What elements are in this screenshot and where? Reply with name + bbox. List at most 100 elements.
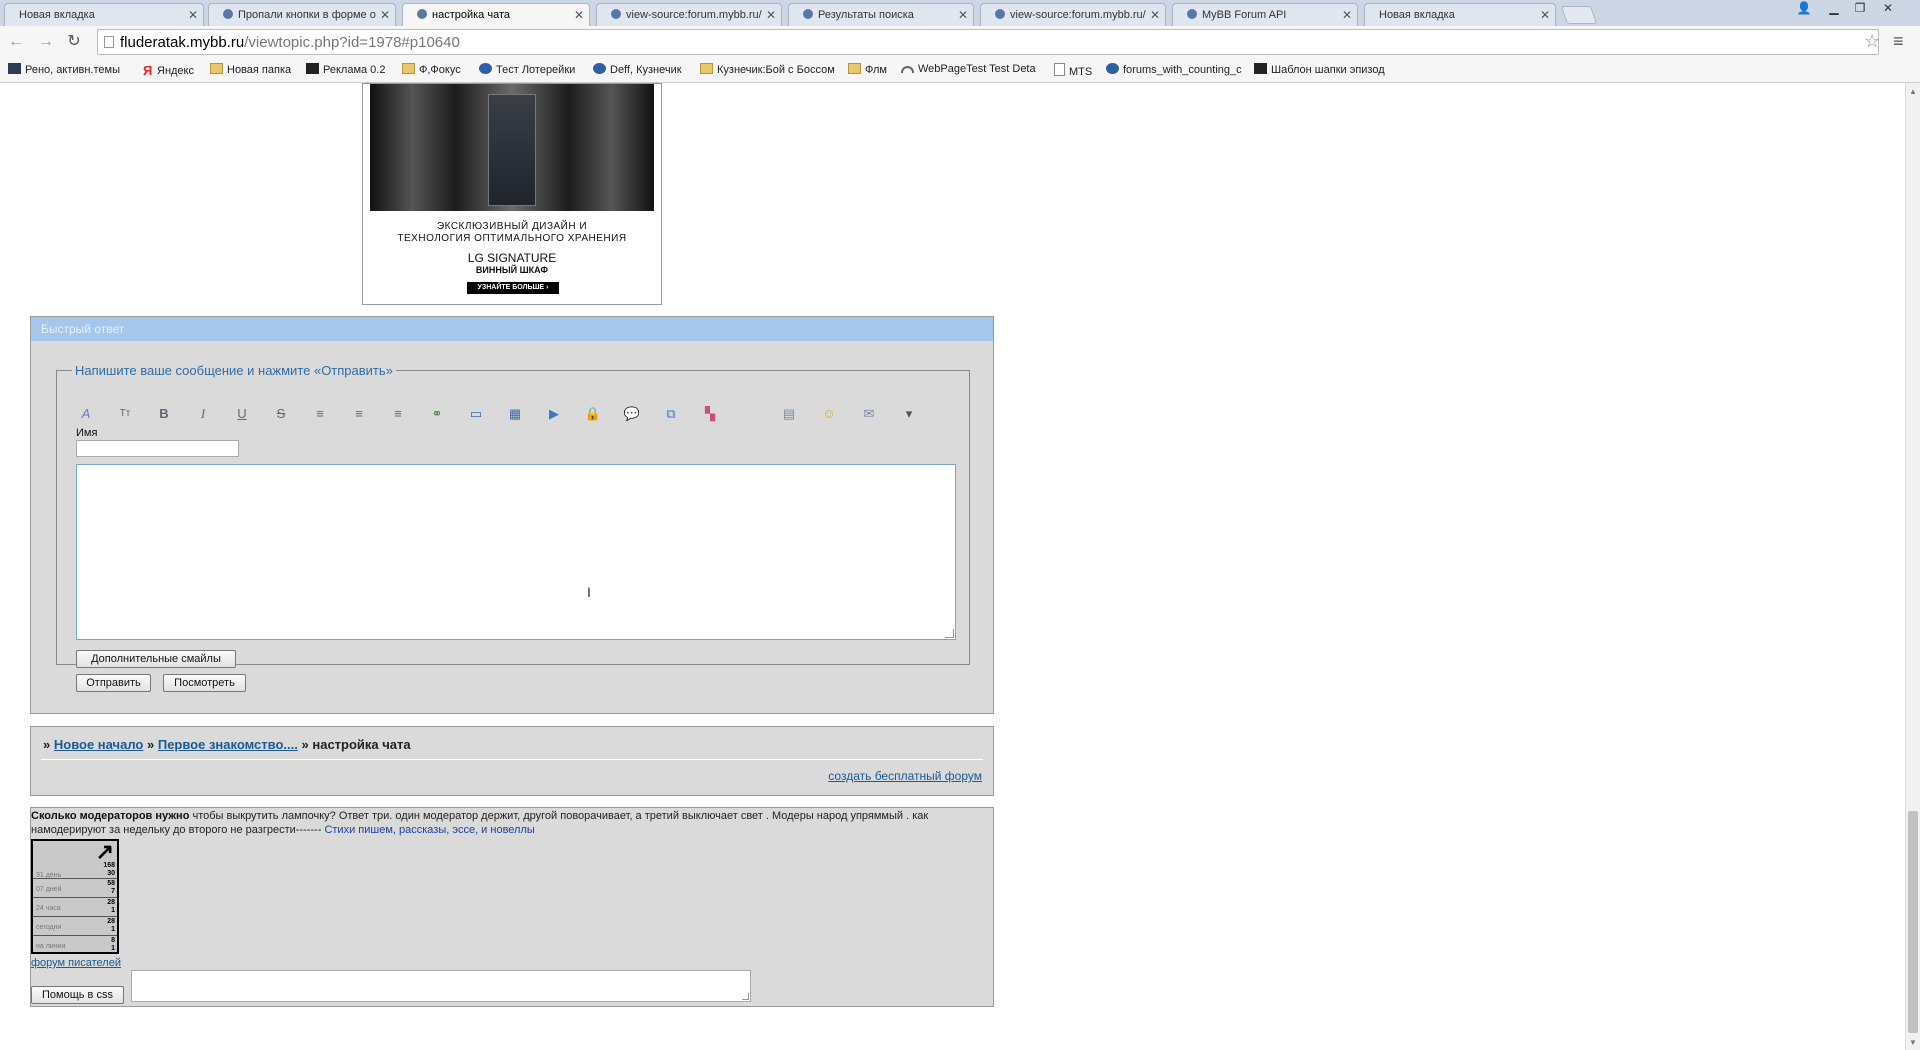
- advertisement-banner[interactable]: ЭКСКЛЮЗИВНЫЙ ДИЗАЙН И ТЕХНОЛОГИЯ ОПТИМАЛЬ…: [362, 83, 662, 305]
- forward-arrow-icon[interactable]: →: [36, 32, 56, 52]
- close-icon[interactable]: ✕: [188, 8, 198, 22]
- tab-view-source-2[interactable]: view-source:forum.mybb.ru/ ✕: [980, 3, 1166, 26]
- bookmark-item[interactable]: Рено, активн.темы: [8, 63, 120, 76]
- mybb-icon: [223, 9, 233, 19]
- bookmark-item[interactable]: Новая папка: [210, 63, 291, 76]
- resize-grip[interactable]: [742, 993, 749, 1000]
- underline-icon[interactable]: U: [233, 406, 251, 422]
- ad-learn-more-button[interactable]: УЗНАЙТЕ БОЛЬШЕ ›: [467, 282, 559, 294]
- css-help-button[interactable]: Помощь в css: [31, 986, 124, 1004]
- lock-icon[interactable]: 🔒: [584, 406, 602, 422]
- minimize-icon[interactable]: ▁: [1822, 0, 1846, 18]
- bookmark-star-icon[interactable]: ☆: [1864, 31, 1880, 52]
- ad-slogan: ЭКСКЛЮЗИВНЫЙ ДИЗАЙН И ТЕХНОЛОГИЯ ОПТИМАЛЬ…: [397, 221, 627, 244]
- tab-mybb-api[interactable]: MyBB Forum API ✕: [1172, 3, 1358, 26]
- bookmark-item[interactable]: Ф,Фокус: [402, 63, 461, 76]
- tab-label: view-source:forum.mybb.ru/: [1010, 9, 1146, 21]
- align-center-icon[interactable]: ≡: [350, 406, 368, 422]
- window-close-icon[interactable]: ✕: [1876, 0, 1900, 18]
- resize-grip[interactable]: [945, 629, 954, 638]
- bookmark-item[interactable]: Deff, Кузнечик: [593, 63, 682, 76]
- new-tab-button[interactable]: [1560, 6, 1598, 24]
- preview-button[interactable]: Посмотреть: [163, 674, 246, 692]
- spoiler-icon[interactable]: ⧉: [662, 406, 680, 422]
- close-icon[interactable]: ✕: [1150, 8, 1160, 22]
- color-palette-icon[interactable]: ▚: [701, 406, 719, 422]
- video-icon[interactable]: ▶: [545, 406, 563, 422]
- close-icon[interactable]: ✕: [1342, 8, 1352, 22]
- restore-icon[interactable]: ❐: [1848, 0, 1872, 18]
- scroll-down-icon[interactable]: ▼: [1909, 1038, 1917, 1047]
- visit-counter[interactable]: ↗ 31 день 168 30 07 дней 58 7 24 часа 28 1 сег…: [31, 839, 119, 954]
- strikethrough-icon[interactable]: S: [272, 406, 290, 422]
- text-size-icon[interactable]: Tт: [116, 406, 134, 422]
- reload-icon[interactable]: ↻: [64, 32, 84, 52]
- close-icon[interactable]: ✕: [574, 8, 584, 22]
- italic-icon[interactable]: I: [194, 406, 212, 422]
- bookmark-item[interactable]: Кузнечик:Бой с Боссом: [700, 63, 835, 76]
- arrow-up-right-icon: ↗: [95, 839, 114, 864]
- breadcrumb-link-home[interactable]: Новое начало: [54, 737, 144, 752]
- smiley-icon[interactable]: ☺: [820, 406, 838, 422]
- upload-icon[interactable]: ✉: [860, 406, 878, 422]
- tab-chat-settings[interactable]: настройка чата ✕: [402, 3, 590, 26]
- bookmark-item[interactable]: Тест Лотерейки: [479, 63, 575, 76]
- gallery-icon[interactable]: ▦: [506, 406, 524, 422]
- writers-forum-link[interactable]: форум писателей: [31, 957, 121, 969]
- close-icon[interactable]: ✕: [1540, 8, 1550, 22]
- tab-search-results[interactable]: Результаты поиска ✕: [788, 3, 974, 26]
- counter-row: 31 день 168 30: [36, 862, 115, 879]
- tab-view-source-1[interactable]: view-source:forum.mybb.ru/ ✕: [596, 3, 782, 26]
- close-icon[interactable]: ✕: [380, 8, 390, 22]
- mybb-icon: [593, 63, 606, 74]
- tab-label: Результаты поиска: [818, 9, 914, 21]
- close-icon[interactable]: ✕: [766, 8, 776, 22]
- tab-missing-buttons[interactable]: Пропали кнопки в форме о ✕: [208, 3, 396, 26]
- bold-icon[interactable]: B: [155, 406, 173, 422]
- more-smiles-button[interactable]: Дополнительные смайлы: [76, 650, 236, 668]
- breadcrumb-link-forum[interactable]: Первое знакомство....: [158, 737, 298, 752]
- more-chevron-icon[interactable]: ▾: [900, 406, 918, 422]
- name-field[interactable]: [76, 440, 239, 457]
- link-icon[interactable]: ⚭: [428, 406, 446, 422]
- ad-brand: LG SIGNATURE: [467, 251, 557, 265]
- bookmark-item[interactable]: Флм: [848, 63, 887, 76]
- tab-label: настройка чата: [432, 9, 510, 21]
- bookmark-item[interactable]: MTS: [1054, 63, 1092, 78]
- ad-photo: [370, 84, 654, 211]
- image-icon[interactable]: ▭: [467, 406, 485, 422]
- back-arrow-icon[interactable]: ←: [6, 32, 26, 52]
- black-square-icon: [306, 63, 319, 74]
- tab-new-1[interactable]: Новая вкладка ✕: [4, 3, 204, 26]
- close-icon[interactable]: ✕: [958, 8, 968, 22]
- quote-icon[interactable]: 💬: [623, 406, 641, 422]
- create-free-forum-link[interactable]: создать бесплатный форум: [828, 769, 982, 783]
- bookmark-item[interactable]: Я Яндекс: [143, 63, 194, 78]
- bookmark-item[interactable]: Реклама 0.2: [306, 63, 385, 76]
- bookmark-item[interactable]: forums_with_counting_c: [1106, 63, 1242, 76]
- quick-reply-panel: Быстрый ответ Напишите ваше сообщение и …: [30, 316, 994, 714]
- bookmark-item[interactable]: WebPageTest Test Deta: [901, 63, 1036, 75]
- align-right-icon[interactable]: ≡: [389, 406, 407, 422]
- tab-new-2[interactable]: Новая вкладка ✕: [1364, 3, 1556, 26]
- table-icon[interactable]: ▤: [780, 406, 798, 422]
- black-square-icon: [1254, 63, 1267, 74]
- align-left-icon[interactable]: ≡: [311, 406, 329, 422]
- user-icon[interactable]: 👤: [1792, 0, 1816, 18]
- mybb-icon: [479, 63, 492, 74]
- footer-joke: Сколько модераторов нужно чтобы выкрутит…: [31, 810, 929, 836]
- css-textarea[interactable]: [131, 970, 751, 1002]
- url-text: fluderatak.mybb.ru/viewtopic.php?id=1978…: [120, 34, 460, 51]
- scrollbar-thumb[interactable]: [1908, 811, 1918, 1033]
- font-icon[interactable]: A: [77, 406, 95, 422]
- footer-joke-link[interactable]: Стихи пишем, рассказы, эссе, и новеллы: [324, 824, 534, 836]
- counter-row: сегодня 28 1: [33, 916, 117, 935]
- scroll-up-icon[interactable]: ▲: [1909, 87, 1917, 96]
- submit-button[interactable]: Отправить: [76, 674, 151, 692]
- bookmark-item[interactable]: Шаблон шапки эпизод: [1254, 63, 1385, 76]
- message-textarea[interactable]: I: [76, 464, 956, 640]
- menu-icon[interactable]: ≡: [1893, 31, 1904, 52]
- vertical-scrollbar[interactable]: ▲ ▼: [1905, 83, 1920, 1050]
- address-bar[interactable]: fluderatak.mybb.ru/viewtopic.php?id=1978…: [97, 29, 1879, 55]
- divider: [41, 759, 983, 760]
